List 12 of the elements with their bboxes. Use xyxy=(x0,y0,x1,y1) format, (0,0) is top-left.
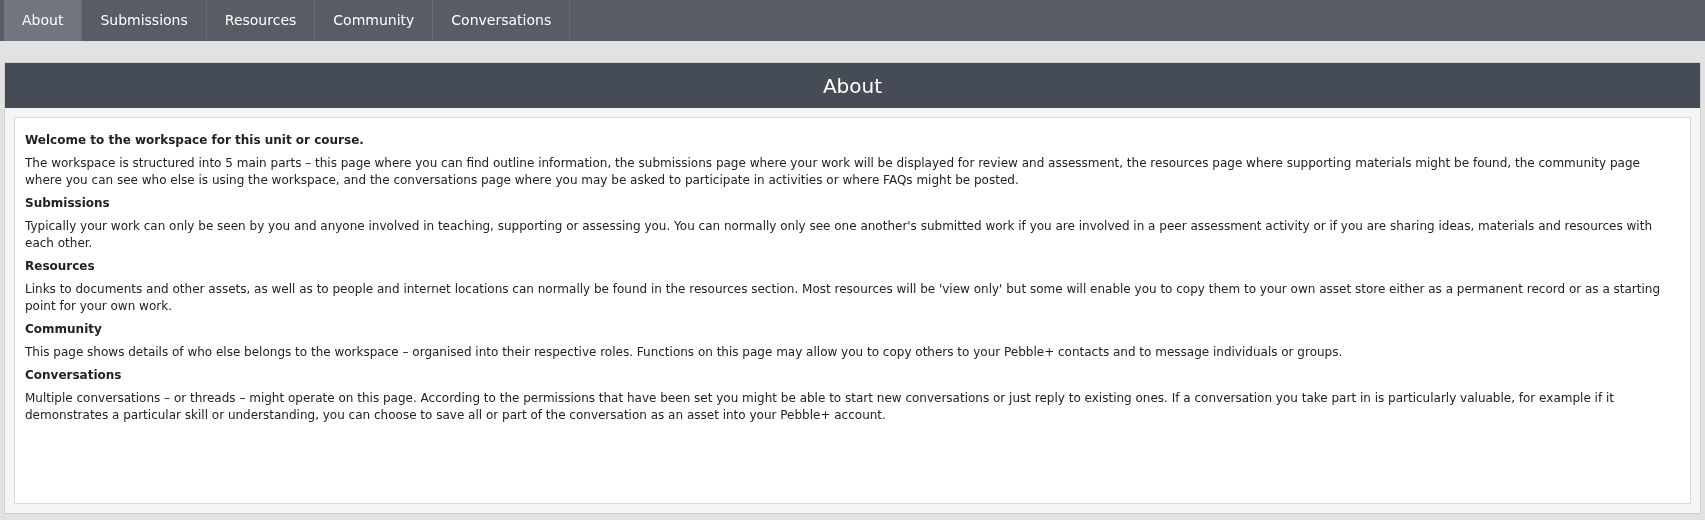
tab[interactable]: About xyxy=(4,0,83,41)
paragraph: Typically your work can only be seen by you and anyone involved in teaching, supporting or assessing you. You can normally only see one another's submitted work if you are involved in a peer assessment activity or if you are sharing ideas, materials and resources with each other. xyxy=(25,218,1653,252)
section-heading: Conversations xyxy=(25,367,123,384)
section-heading: Welcome to the workspace for this unit or course. xyxy=(25,132,365,149)
section-heading: Resources xyxy=(25,258,96,275)
section-heading: Community xyxy=(25,321,103,338)
paragraph: Links to documents and other assets, as well as to people and internet locations can normally be found in the resources section. Most resources will be 'view only' but some will enable you to copy them to your own asset store either as a permanent record or as a starting point for your own work. xyxy=(25,281,1662,315)
paragraph: Multiple conversations – or threads – might operate on this page. According to the permissions that have been set you might be able to start new conversations or just reply to existing ones. If a conversation you take part in is particularly valuable, for example if it demonstrates a particular skill or understanding, you can choose to save all or part of the conversation as an asset into your Pebble+ account. xyxy=(25,390,1615,424)
section-heading: Submissions xyxy=(25,195,111,212)
panel-title: About xyxy=(5,63,1700,108)
paragraph: The workspace is structured into 5 main parts – this page where you can find outline information, the submissions page where your work will be displayed for review and assessment, the resources page where supporting materials might be found, the community page where you can see who else is using the workspace, and the conversations page where you may be asked to participate in activities or where FAQs might be posted. xyxy=(25,155,1641,189)
paragraph: This page shows details of who else belongs to the workspace – organised into their respective roles. Functions on this page may allow you to copy others to your Pebble+ contacts and to message individuals or groups. xyxy=(25,344,1344,361)
